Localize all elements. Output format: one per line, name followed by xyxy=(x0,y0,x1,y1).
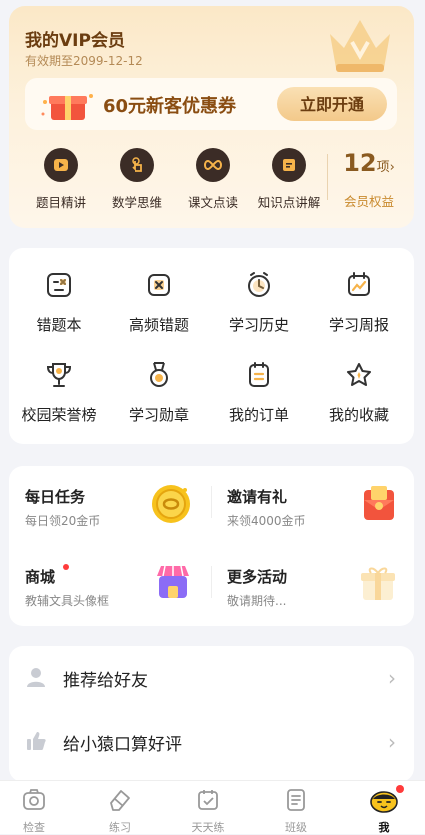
tab-me[interactable]: 我 xyxy=(354,785,414,835)
bottom-tab-bar: 检查 练习 天天练 班级 我 xyxy=(0,780,425,834)
open-vip-button[interactable]: 立即开通 xyxy=(277,87,387,121)
vip-item-label: 数学思维 xyxy=(111,195,162,210)
vip-card[interactable]: 我的VIP会员 有效期至2099-12-12 60元新客优惠券 立即开通 题目精… xyxy=(9,6,414,228)
feature-grid-card: 错题本 高频错题 学习历史 学习周报 校园荣誉榜 学习勋章 我的订单 我的收藏 xyxy=(9,248,414,444)
task-daily[interactable]: 每日任务 每日领20金币 xyxy=(9,470,209,530)
camera-icon xyxy=(23,789,45,810)
benefit-label: 会员权益 xyxy=(343,194,394,209)
grid-item-medals[interactable]: 学习勋章 xyxy=(109,360,209,425)
task-invite[interactable]: 邀请有礼 来领4000金币 xyxy=(211,470,411,530)
grid-item-label: 我的订单 xyxy=(228,406,289,424)
divider xyxy=(327,154,328,200)
task-title: 商城 xyxy=(25,568,56,586)
medal-icon xyxy=(150,362,168,387)
chevron-right-icon: › xyxy=(388,730,396,754)
coupon-text: 60元新客优惠券 xyxy=(103,96,237,117)
tasks-card: 每日任务 每日领20金币 邀请有礼 来领4000金币 商城 教辅文具头像框 更多 xyxy=(9,466,414,626)
task-title: 每日任务 xyxy=(25,488,86,506)
benefit-unit: 项 xyxy=(376,160,390,175)
vip-item-text-reading[interactable]: 课文点读 xyxy=(175,148,251,211)
vip-item-label: 课文点读 xyxy=(187,195,238,210)
vip-item-math-thinking[interactable]: 数学思维 xyxy=(99,148,175,211)
grid-item-frequent-errors[interactable]: 高频错题 xyxy=(109,270,209,335)
grid-item-label: 学习周报 xyxy=(328,316,389,334)
grid-item-label: 校园荣誉榜 xyxy=(21,406,97,424)
grid-item-label: 我的收藏 xyxy=(328,406,389,424)
benefit-count-number: 12 xyxy=(343,149,377,177)
grid-item-label: 学习勋章 xyxy=(128,406,189,424)
coupon-banner[interactable]: 60元新客优惠券 立即开通 xyxy=(25,78,397,130)
grid-item-weekly-report[interactable]: 学习周报 xyxy=(309,270,409,335)
order-icon xyxy=(249,362,269,387)
grid-item-label: 高频错题 xyxy=(128,316,189,334)
mascot-icon xyxy=(370,791,398,813)
gold-coin-icon xyxy=(152,485,190,523)
red-envelope-icon xyxy=(364,486,394,520)
play-icon xyxy=(44,148,78,182)
clock-icon xyxy=(248,272,270,297)
tab-practice[interactable]: 练习 xyxy=(90,787,150,835)
vip-expire-date: 有效期至2099-12-12 xyxy=(25,54,143,68)
task-title: 更多活动 xyxy=(227,568,288,586)
list-item-label: 给小猿口算好评 xyxy=(63,735,182,755)
eraser-icon xyxy=(110,790,130,811)
infinity-icon xyxy=(196,148,230,182)
card-icon xyxy=(272,148,306,182)
wrong-question-icon xyxy=(47,273,71,297)
frequent-error-icon xyxy=(148,274,170,296)
task-subtitle: 每日领20金币 xyxy=(25,514,101,528)
task-title: 邀请有礼 xyxy=(227,488,288,506)
task-subtitle: 敬请期待... xyxy=(227,594,287,608)
notification-dot xyxy=(396,785,404,793)
vip-feature-row: 题目精讲 数学思维 课文点读 知识点讲解 12项› 会员权益 xyxy=(9,148,414,218)
notification-dot xyxy=(63,564,69,570)
trophy-icon xyxy=(46,363,72,387)
grid-item-history[interactable]: 学习历史 xyxy=(209,270,309,335)
grid-item-honor-board[interactable]: 校园荣誉榜 xyxy=(9,360,109,425)
star-icon xyxy=(347,363,371,386)
vip-item-knowledge[interactable]: 知识点讲解 xyxy=(251,148,327,211)
tab-daily-practice[interactable]: 天天练 xyxy=(178,787,238,835)
checkbox-icon xyxy=(198,790,218,810)
grid-item-favorites[interactable]: 我的收藏 xyxy=(309,360,409,425)
gift-box-icon xyxy=(41,94,93,120)
gift-icon xyxy=(361,567,395,600)
class-icon xyxy=(287,789,305,811)
vip-item-label: 题目精讲 xyxy=(35,195,86,210)
person-icon xyxy=(27,668,45,687)
chevron-right-icon: › xyxy=(389,160,395,175)
vip-item-explanation[interactable]: 题目精讲 xyxy=(23,148,99,211)
task-shop[interactable]: 商城 教辅文具头像框 xyxy=(9,550,209,610)
task-subtitle: 来领4000金币 xyxy=(227,514,306,528)
vip-title: 我的VIP会员 xyxy=(25,31,125,51)
task-subtitle: 教辅文具头像框 xyxy=(25,594,110,608)
tap-hand-icon xyxy=(120,148,154,182)
grid-item-wrong-book[interactable]: 错题本 xyxy=(9,270,109,335)
list-item-rate-app[interactable]: 给小猿口算好评 › xyxy=(9,710,414,774)
vip-benefits-link[interactable]: 12项› 会员权益 xyxy=(329,148,409,210)
chevron-right-icon: › xyxy=(388,666,396,690)
grid-item-label: 错题本 xyxy=(36,316,82,334)
grid-item-label: 学习历史 xyxy=(228,316,289,334)
tab-class[interactable]: 班级 xyxy=(266,787,326,835)
settings-list-card: 推荐给好友 › 给小猿口算好评 › xyxy=(9,646,414,782)
list-item-recommend[interactable]: 推荐给好友 › xyxy=(9,646,414,710)
benefit-count: 12项› xyxy=(329,148,409,183)
thumbs-up-icon xyxy=(27,732,46,750)
crown-icon xyxy=(330,20,390,72)
tab-check[interactable]: 检查 xyxy=(4,787,64,835)
task-more-activities[interactable]: 更多活动 敬请期待... xyxy=(211,550,411,610)
list-item-label: 推荐给好友 xyxy=(63,671,148,691)
shop-icon xyxy=(157,565,189,598)
vip-item-label: 知识点讲解 xyxy=(257,195,321,210)
grid-item-orders[interactable]: 我的订单 xyxy=(209,360,309,425)
weekly-report-icon xyxy=(348,272,370,296)
